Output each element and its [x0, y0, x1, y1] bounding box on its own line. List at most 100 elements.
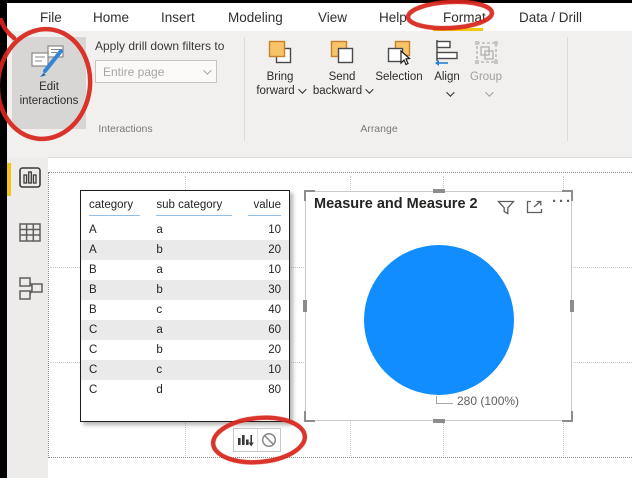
drill-scope-dropdown[interactable]: Entire page	[95, 60, 217, 83]
table-cell: 20	[268, 244, 281, 256]
send-backward-icon	[330, 40, 353, 64]
send-backward-label-1: Send	[328, 71, 356, 83]
edit-interactions-button[interactable]: Edit interactions	[12, 37, 86, 129]
selection-handle[interactable]	[432, 189, 445, 193]
table-cell: 30	[268, 284, 281, 296]
pie-data-label: 280 (100%)	[457, 394, 520, 408]
table-row[interactable]: Ab 20	[81, 240, 289, 260]
group-button[interactable]: Group	[465, 39, 507, 97]
align-button[interactable]: Align	[429, 39, 465, 97]
interactions-group-label: Interactions	[98, 123, 153, 135]
edit-interactions-label-1: Edit	[39, 81, 59, 93]
report-view-icon[interactable]	[18, 166, 42, 197]
table-cell: 80	[268, 384, 281, 396]
menu-tab-data-drill[interactable]: Data / Drill	[519, 10, 582, 25]
menu-tab-insert[interactable]: Insert	[161, 10, 195, 25]
window-border-left	[0, 0, 7, 478]
active-tab-underline	[433, 28, 483, 31]
bring-forward-label-1: Bring	[266, 71, 294, 83]
window-border-top	[0, 0, 632, 3]
selected-view-indicator	[7, 163, 11, 196]
table-cell: C	[89, 364, 98, 376]
table-column-header[interactable]: sub category	[148, 194, 240, 220]
table-cell: B	[89, 264, 97, 276]
chevron-down-icon	[445, 88, 455, 97]
page-border-bottom	[48, 457, 632, 458]
table-cell: A	[89, 244, 97, 256]
menu-tab-modeling[interactable]: Modeling	[228, 10, 283, 25]
pie-chart-visual[interactable]: Measure and Measure 2 ··· 280 (100%)	[303, 189, 574, 423]
data-table: category sub category value Aa 10 Ab 20 Ba 10 Bb…	[81, 194, 289, 400]
drill-filters-label: Apply drill down filters to	[95, 39, 225, 53]
selection-handle[interactable]	[562, 411, 573, 422]
table-cell: C	[89, 324, 98, 336]
table-cell: b	[156, 244, 163, 256]
focus-mode-icon[interactable]	[526, 200, 543, 219]
menu-tab-view[interactable]: View	[318, 10, 347, 25]
table-cell: C	[89, 344, 98, 356]
table-cell: A	[89, 224, 97, 236]
table-cell: a	[156, 264, 163, 276]
selection-handle[interactable]	[432, 419, 445, 423]
table-cell: B	[89, 284, 97, 296]
table-cell: a	[156, 324, 163, 336]
table-row[interactable]: Cb 20	[81, 340, 289, 360]
data-label-leader-line	[436, 396, 453, 404]
view-sidebar	[7, 157, 48, 478]
chevron-down-icon	[484, 88, 494, 97]
menu-tab-help[interactable]: Help	[379, 10, 407, 25]
page-border-left	[48, 172, 49, 458]
visual-title: Measure and Measure 2	[314, 196, 478, 212]
pie-slice[interactable]	[364, 245, 514, 395]
table-cell: 10	[268, 264, 281, 276]
edit-interactions-icon	[31, 45, 64, 77]
bring-forward-icon	[268, 40, 291, 64]
chevron-down-icon	[365, 85, 374, 94]
model-view-icon[interactable]	[18, 275, 43, 308]
table-visual[interactable]: category sub category value Aa 10 Ab 20 Ba 10 Bb…	[80, 190, 290, 422]
send-backward-button[interactable]: Send backward	[309, 39, 375, 98]
table-cell: 10	[268, 364, 281, 376]
align-icon	[435, 40, 458, 66]
chevron-down-icon	[297, 85, 307, 94]
table-row[interactable]: Cd 80	[81, 380, 289, 400]
bring-forward-button[interactable]: Bring forward	[247, 39, 313, 98]
data-view-icon[interactable]	[18, 221, 42, 250]
table-cell: c	[156, 304, 163, 316]
table-cell: b	[156, 284, 163, 296]
table-cell: b	[156, 344, 163, 356]
edit-interactions-toolbar	[233, 428, 281, 452]
filter-interaction-icon[interactable]	[234, 429, 257, 451]
table-row[interactable]: Aa 10	[81, 220, 289, 240]
selection-handle[interactable]	[562, 190, 573, 201]
table-column-header[interactable]: value	[240, 194, 289, 220]
bring-forward-label-2: forward	[256, 84, 307, 98]
selection-button[interactable]: Selection	[373, 39, 425, 84]
table-row[interactable]: Bb 30	[81, 280, 289, 300]
selection-handle[interactable]	[570, 300, 574, 312]
table-cell: B	[89, 304, 97, 316]
table-row[interactable]: Bc 40	[81, 300, 289, 320]
drill-scope-value: Entire page	[103, 64, 165, 79]
no-interaction-icon[interactable]	[256, 429, 281, 451]
table-cell: d	[156, 384, 163, 396]
arrange-group-label: Arrange	[360, 123, 398, 135]
menu-tab-home[interactable]: Home	[93, 10, 129, 25]
table-row[interactable]: Ba 10	[81, 260, 289, 280]
selection-handle[interactable]	[303, 300, 307, 312]
table-row[interactable]: Cc 10	[81, 360, 289, 380]
selection-handle[interactable]	[304, 411, 315, 422]
table-row[interactable]: Ca 60	[81, 320, 289, 340]
edit-interactions-label-2: interactions	[19, 95, 79, 107]
selection-handle[interactable]	[304, 190, 315, 201]
table-cell: c	[156, 364, 163, 376]
table-column-header[interactable]: category	[81, 194, 148, 220]
table-cell: 20	[268, 344, 281, 356]
align-label: Align	[434, 71, 460, 83]
selection-icon	[387, 40, 411, 66]
page-border-top	[48, 172, 632, 173]
filter-funnel-icon[interactable]	[497, 200, 515, 220]
menu-tab-format[interactable]: Format	[443, 10, 486, 25]
send-backward-label-2: backward	[313, 84, 374, 98]
menu-tab-file[interactable]: File	[40, 10, 62, 25]
